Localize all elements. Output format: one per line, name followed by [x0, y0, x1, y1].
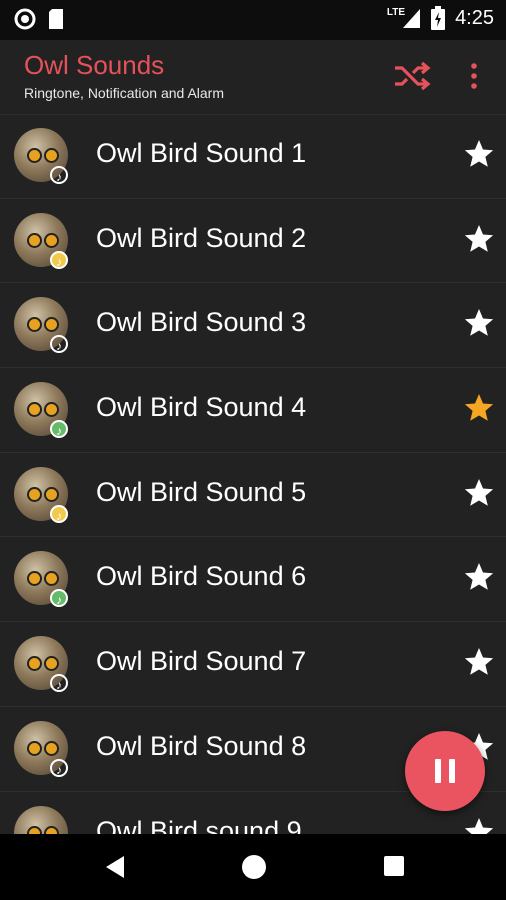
- shuffle-icon[interactable]: [392, 58, 432, 94]
- owl-avatar: [14, 805, 68, 834]
- network-type: LTE: [386, 6, 406, 18]
- sound-label: Owl Bird Sound 3: [96, 307, 307, 338]
- music-note-icon: ♪: [50, 420, 68, 439]
- clock: 4:25: [455, 6, 494, 29]
- sound-label: Owl Bird Sound 6: [96, 561, 307, 592]
- back-icon[interactable]: [104, 855, 126, 879]
- list-item[interactable]: ♪ Owl Bird Sound 5: [0, 453, 506, 538]
- app-title: Owl Sounds: [24, 50, 165, 80]
- status-bar: LTE 4:25: [0, 0, 506, 40]
- music-note-icon: ♪: [50, 589, 68, 608]
- list-item[interactable]: ♪ Owl Bird Sound 3: [0, 283, 506, 369]
- music-note-icon: ♪: [50, 674, 68, 693]
- notification-circle-icon: [14, 8, 36, 30]
- sound-label: Owl Bird sound 9: [96, 815, 302, 835]
- sound-list: ♪ Owl Bird Sound 1 ♪ Owl Bird Sound 2 ♪ …: [0, 114, 506, 834]
- star-icon[interactable]: [463, 307, 495, 339]
- list-item[interactable]: ♪ Owl Bird Sound 6: [0, 537, 506, 623]
- more-vert-icon[interactable]: [462, 58, 486, 94]
- sound-label: Owl Bird Sound 7: [96, 646, 307, 677]
- music-note-icon: ♪: [50, 250, 68, 269]
- star-icon[interactable]: [463, 392, 495, 424]
- sound-label: Owl Bird Sound 2: [96, 222, 307, 253]
- music-note-icon: ♪: [50, 166, 68, 184]
- sound-label: Owl Bird Sound 8: [96, 730, 307, 761]
- star-icon[interactable]: [463, 223, 495, 255]
- sd-card-icon: [49, 9, 63, 29]
- music-note-icon: ♪: [50, 335, 68, 354]
- music-note-icon: ♪: [50, 504, 68, 523]
- app-subtitle: Ringtone, Notification and Alarm: [24, 85, 224, 101]
- star-icon[interactable]: [463, 646, 495, 678]
- star-icon[interactable]: [463, 477, 495, 509]
- sound-label: Owl Bird Sound 5: [96, 476, 307, 507]
- navigation-bar: [0, 834, 506, 900]
- star-icon[interactable]: [463, 138, 495, 170]
- recents-icon[interactable]: [384, 856, 404, 876]
- list-item[interactable]: ♪ Owl Bird Sound 2: [0, 199, 506, 284]
- pause-button[interactable]: [405, 731, 485, 811]
- sound-label: Owl Bird Sound 4: [96, 392, 307, 423]
- home-icon[interactable]: [242, 855, 266, 879]
- music-note-icon: ♪: [50, 758, 68, 777]
- list-item[interactable]: ♪ Owl Bird Sound 7: [0, 622, 506, 707]
- sound-label: Owl Bird Sound 1: [96, 138, 307, 168]
- list-item[interactable]: ♪ Owl Bird Sound 1: [0, 114, 506, 199]
- battery-charging-icon: [431, 6, 446, 30]
- app-bar: Owl Sounds Ringtone, Notification and Al…: [0, 40, 506, 115]
- star-icon[interactable]: [463, 561, 495, 593]
- list-item[interactable]: ♪ Owl Bird Sound 4: [0, 368, 506, 453]
- star-icon[interactable]: [463, 816, 495, 835]
